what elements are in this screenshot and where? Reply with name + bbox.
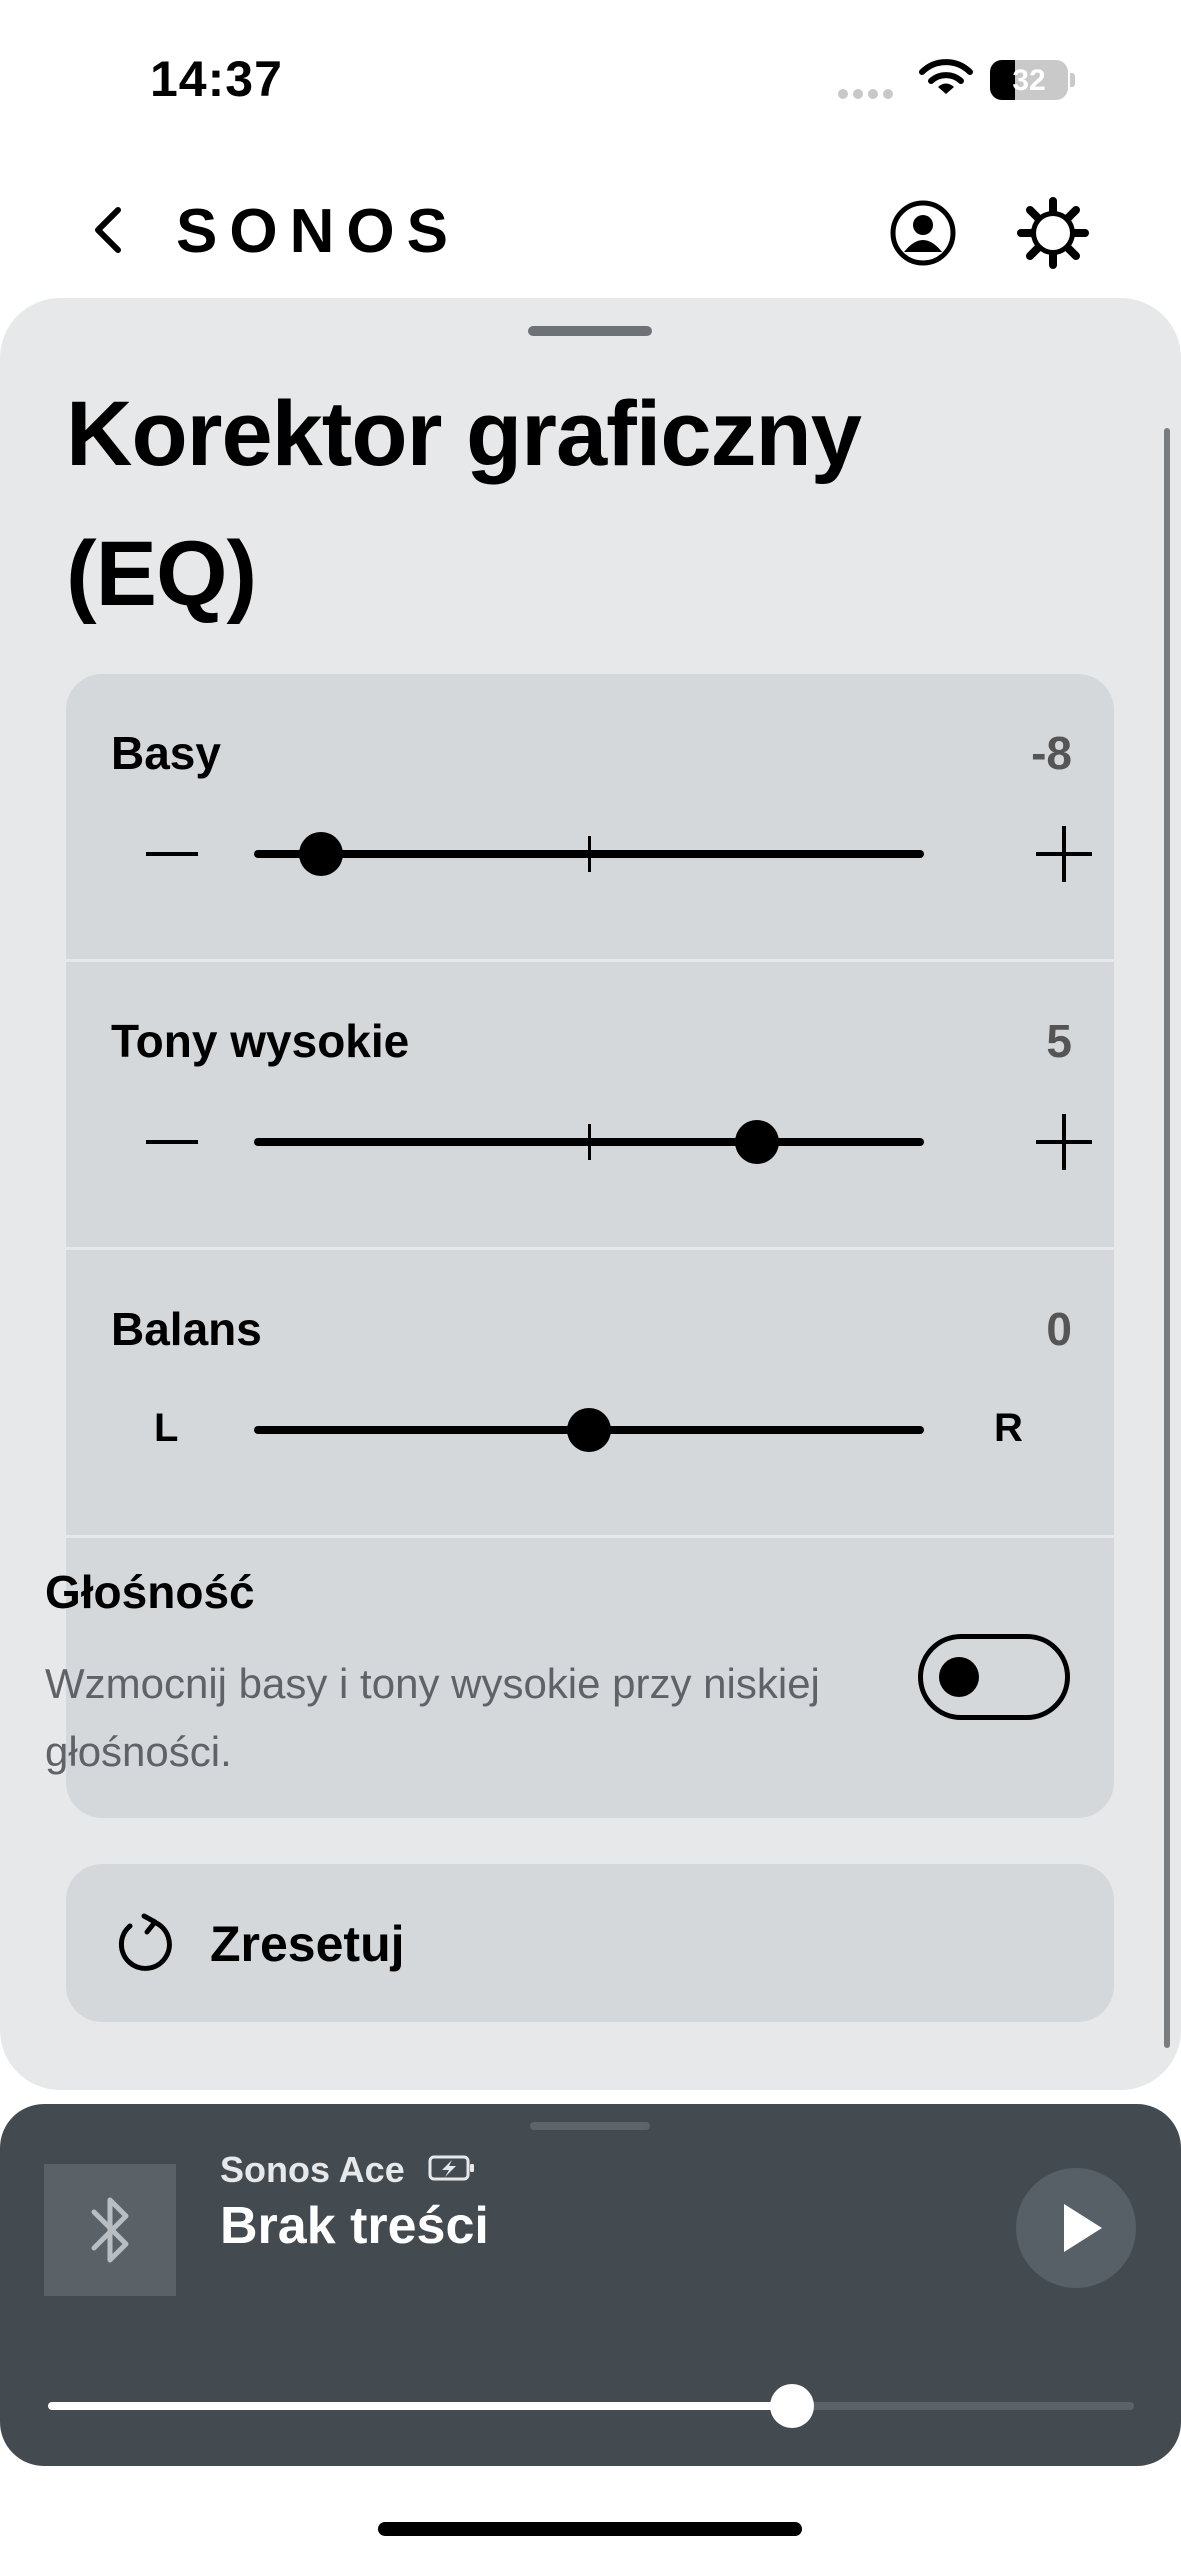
treble-value: 5 <box>1046 1015 1072 1067</box>
player-grabber[interactable] <box>530 2122 650 2130</box>
bass-value: -8 <box>1031 727 1072 779</box>
toggle-knob <box>939 1657 979 1697</box>
page-title: Korektor graficzny (EQ) <box>66 383 862 625</box>
treble-slider-thumb[interactable] <box>734 1120 779 1164</box>
bass-slider[interactable] <box>254 832 924 876</box>
loudness-description: Wzmocnij basy i tony wysokie przy niskie… <box>45 1660 820 1775</box>
battery-percent: 32 <box>1012 64 1046 97</box>
home-indicator[interactable] <box>378 2522 802 2536</box>
balance-slider-thumb[interactable] <box>567 1408 611 1452</box>
bass-decrease-button[interactable] <box>146 828 198 880</box>
play-button[interactable] <box>1016 2168 1136 2288</box>
device-name: Sonos Ace <box>220 2149 405 2190</box>
bass-slider-thumb[interactable] <box>299 832 343 876</box>
balance-value: 0 <box>1046 1303 1072 1355</box>
divider <box>66 1535 1114 1538</box>
treble-increase-button[interactable] <box>1036 1114 1092 1170</box>
source-artwork <box>44 2164 176 2296</box>
wifi-icon <box>919 59 973 94</box>
account-icon <box>890 200 956 266</box>
bass-label: Basy <box>111 727 221 779</box>
divider <box>66 1247 1114 1250</box>
balance-left-label: L <box>154 1406 179 1450</box>
reset-icon <box>118 1913 172 1971</box>
volume-fill <box>48 2402 792 2410</box>
balance-slider[interactable] <box>254 1408 924 1452</box>
loudness-toggle[interactable] <box>918 1634 1070 1720</box>
volume-slider[interactable] <box>48 2384 1134 2428</box>
scrollbar[interactable] <box>1164 428 1170 2048</box>
sheet-grabber[interactable] <box>528 326 652 336</box>
bass-increase-button[interactable] <box>1036 826 1092 882</box>
now-playing-bar[interactable]: Sonos Ace Brak treści <box>0 2104 1181 2466</box>
gear-icon <box>1017 197 1089 269</box>
account-button[interactable] <box>888 198 958 268</box>
bluetooth-icon <box>91 2197 129 2263</box>
balance-right-label: R <box>994 1406 1023 1450</box>
screen: 14:37 32 SONOS Korektor graficzny (EQ) B… <box>0 0 1181 2560</box>
battery-icon: 32 <box>990 60 1076 100</box>
volume-slider-thumb[interactable] <box>769 2384 814 2428</box>
balance-label: Balans <box>111 1303 262 1355</box>
treble-label: Tony wysokie <box>111 1015 410 1067</box>
track-title: Brak treści <box>220 2197 489 2255</box>
status-time: 14:37 <box>150 51 283 107</box>
treble-slider[interactable] <box>254 1120 924 1164</box>
loudness-label: Głośność <box>45 1566 255 1618</box>
divider <box>66 959 1114 962</box>
treble-decrease-button[interactable] <box>146 1116 198 1168</box>
chevron-left-icon <box>95 207 121 253</box>
reset-label: Zresetuj <box>210 1916 405 1972</box>
device-battery-charging-icon <box>428 2155 474 2181</box>
center-tick <box>588 1124 591 1160</box>
back-button[interactable] <box>82 198 138 262</box>
sonos-logo: SONOS <box>176 197 460 266</box>
settings-button[interactable] <box>1016 196 1090 270</box>
cellular-signal-icon <box>838 86 898 99</box>
center-tick <box>588 836 591 872</box>
